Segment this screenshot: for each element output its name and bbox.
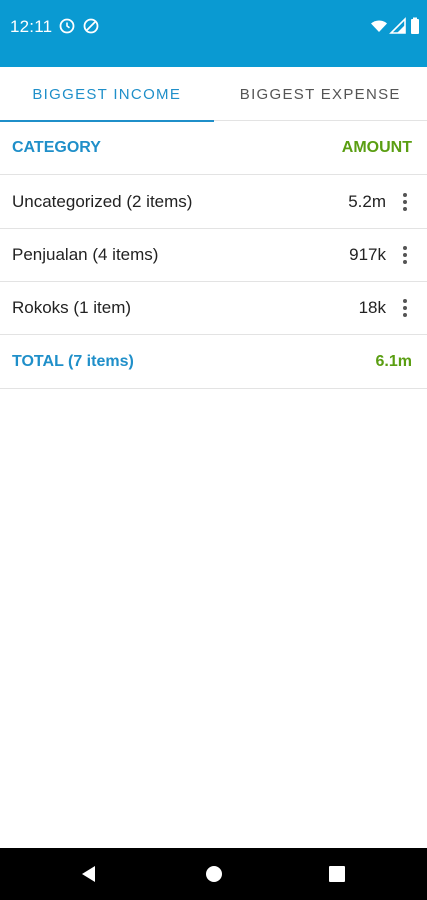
row-amount: 18k xyxy=(358,298,386,317)
row-category: Rokoks (1 item) xyxy=(12,298,132,317)
status-bar: 12:11 xyxy=(0,0,427,67)
total-row: TOTAL (7 items) 6.1m xyxy=(0,336,427,389)
table-row[interactable]: Uncategorized (2 items) 5.2m xyxy=(0,176,427,229)
home-icon[interactable] xyxy=(205,865,223,883)
amount-column-header: AMOUNT xyxy=(341,139,412,156)
table-header: CATEGORY AMOUNT xyxy=(0,122,427,175)
status-time: 12:11 xyxy=(10,17,53,36)
wifi-icon xyxy=(371,20,387,32)
battery-icon xyxy=(411,17,419,34)
recents-icon[interactable] xyxy=(329,866,345,882)
row-amount: 917k xyxy=(349,245,386,264)
category-column-header: CATEGORY xyxy=(12,139,101,156)
table-row[interactable]: Penjualan (4 items) 917k xyxy=(0,229,427,282)
tab-bar: BIGGEST INCOME BIGGEST EXPENSE xyxy=(0,67,427,122)
back-icon[interactable] xyxy=(80,865,98,883)
signal-icon xyxy=(389,17,406,34)
more-options-icon[interactable] xyxy=(395,296,415,320)
row-category: Penjualan (4 items) xyxy=(12,245,159,264)
tab-biggest-expense[interactable]: BIGGEST EXPENSE xyxy=(214,67,427,121)
alarm-icon xyxy=(59,18,75,34)
data-saver-icon xyxy=(83,18,99,34)
row-amount: 5.2m xyxy=(348,192,386,211)
more-options-icon[interactable] xyxy=(395,190,415,214)
total-amount: 6.1m xyxy=(375,353,412,370)
tab-biggest-income[interactable]: BIGGEST INCOME xyxy=(0,67,214,122)
more-options-icon[interactable] xyxy=(395,243,415,267)
navigation-bar xyxy=(0,848,427,900)
row-category: Uncategorized (2 items) xyxy=(12,192,193,211)
table-row[interactable]: Rokoks (1 item) 18k xyxy=(0,282,427,335)
total-label: TOTAL (7 items) xyxy=(12,353,134,370)
